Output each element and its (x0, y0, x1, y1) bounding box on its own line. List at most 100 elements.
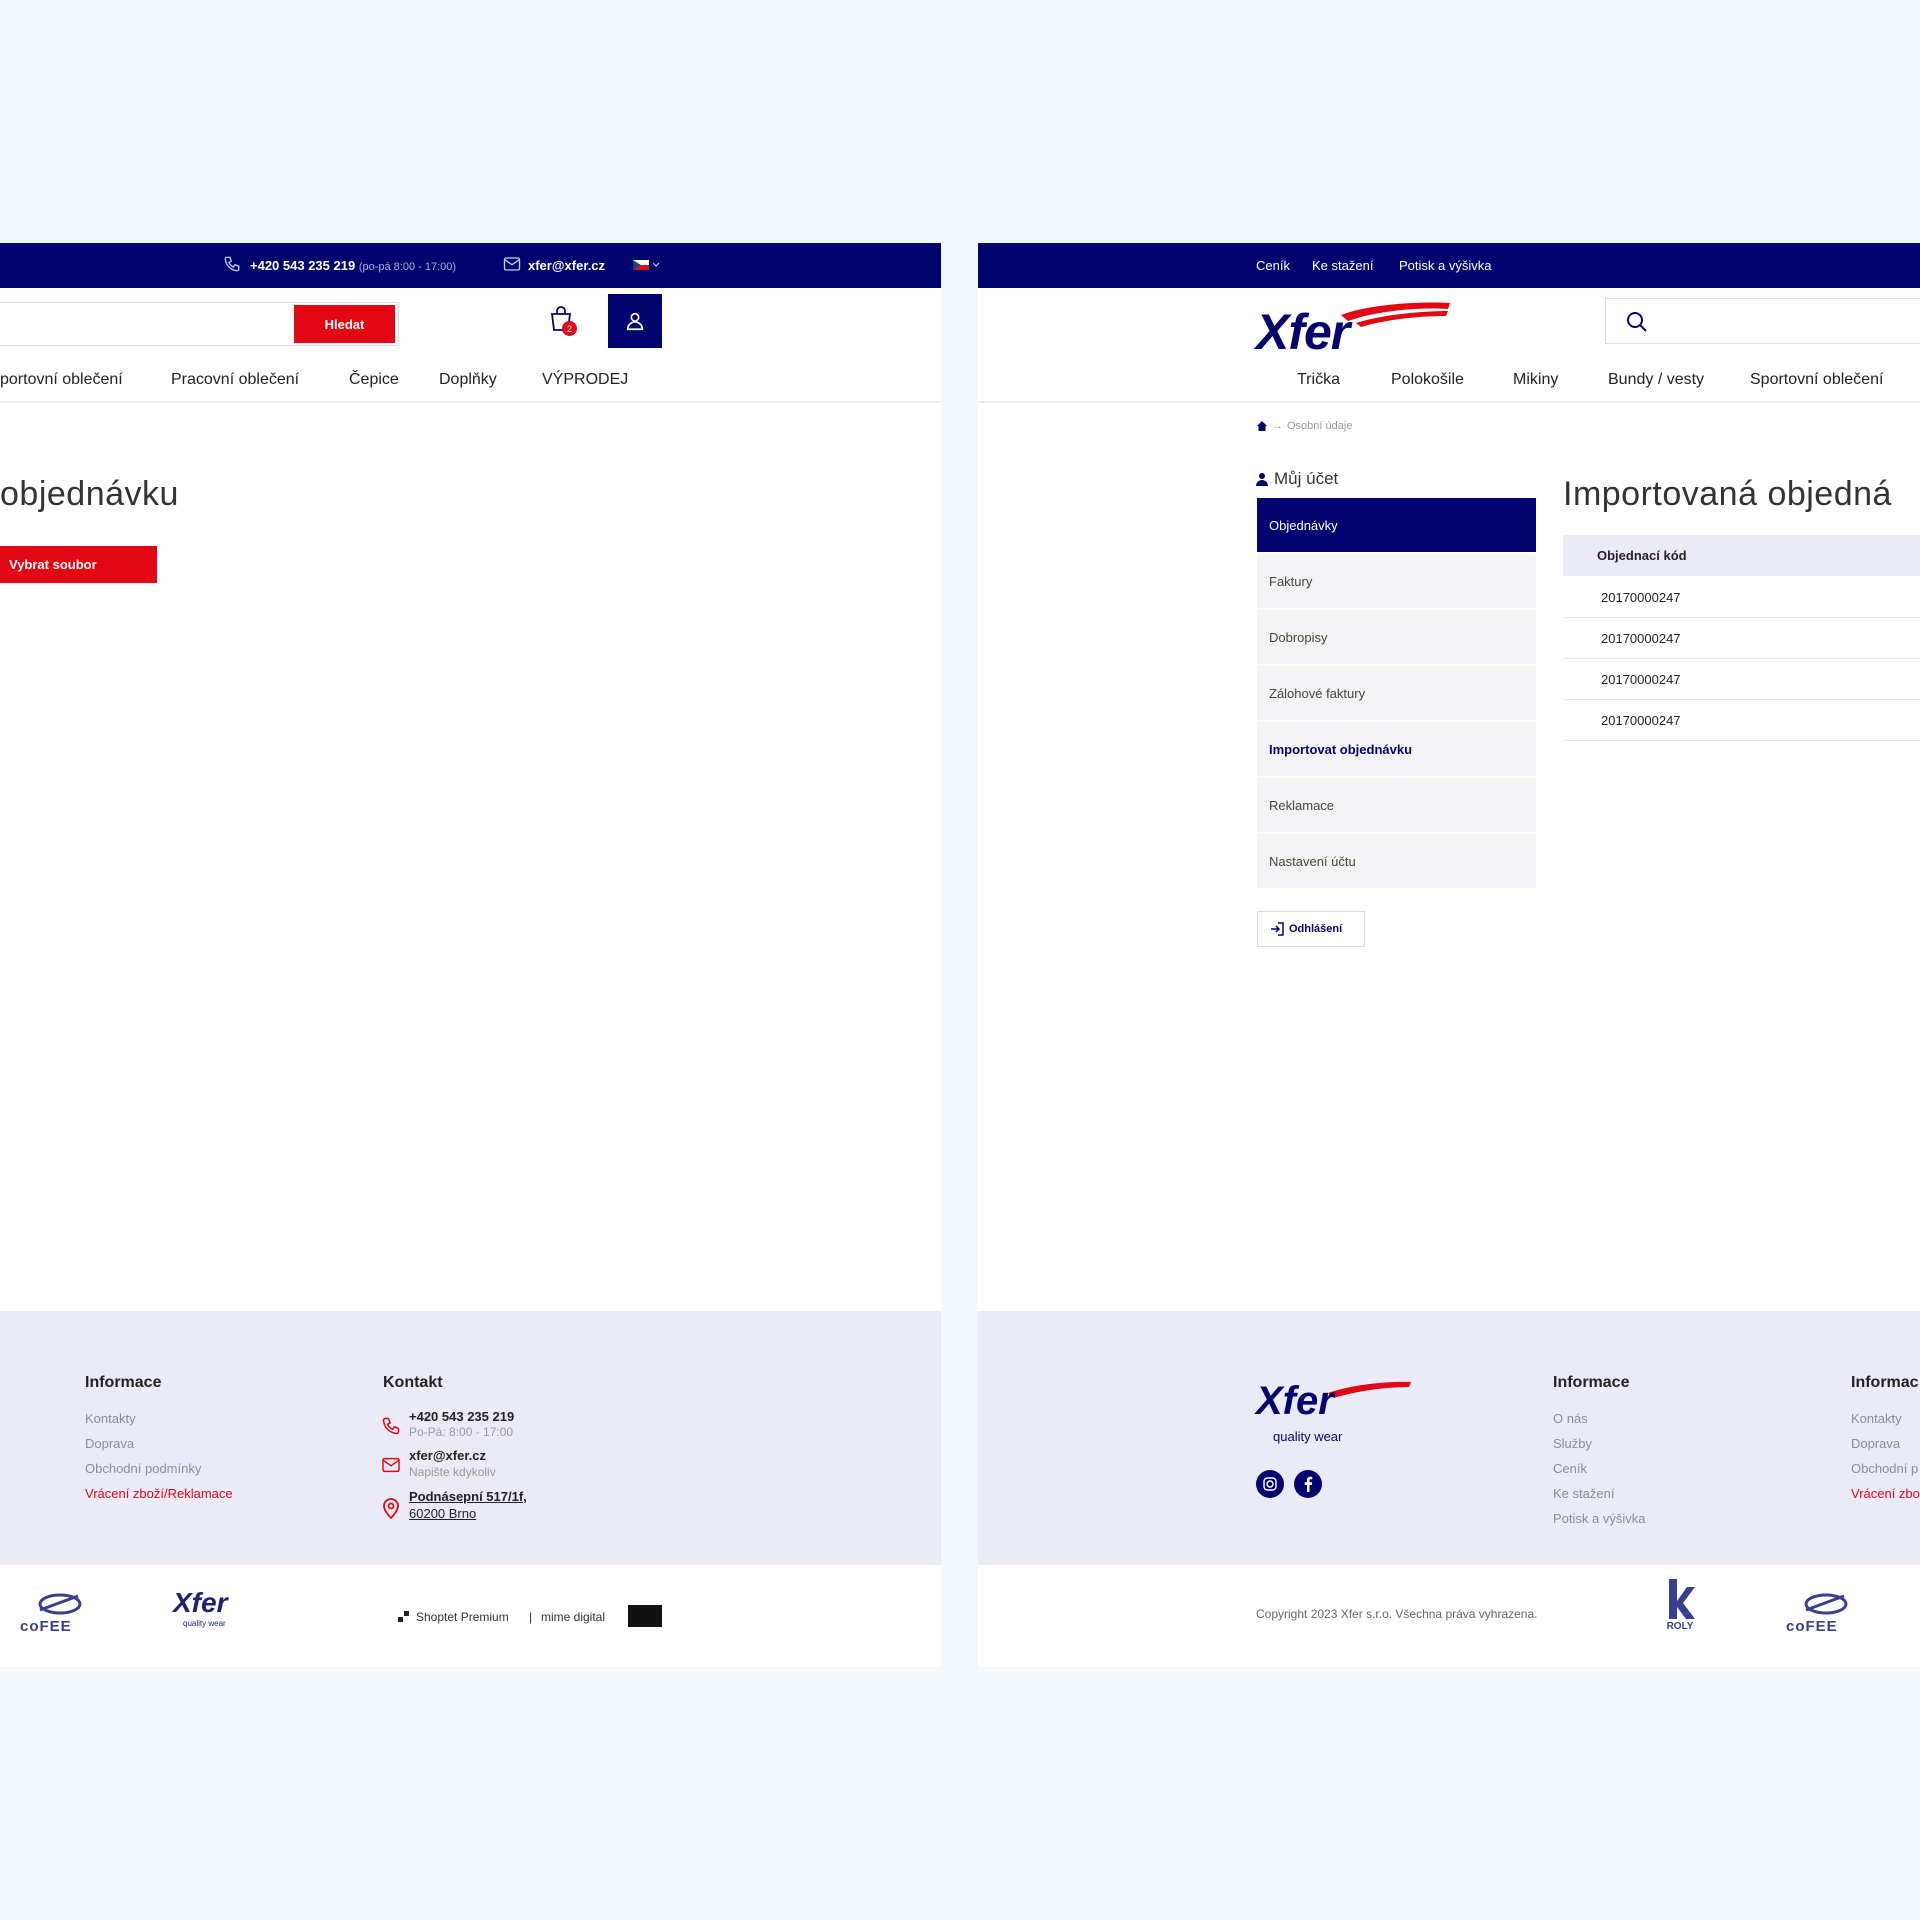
table-row[interactable]: 20170000247 (1563, 700, 1920, 741)
footer-link[interactable]: O nás (1553, 1411, 1588, 1426)
page-title: Importovaná objedná (1563, 475, 1892, 513)
footer-informace-heading: Informace (1553, 1374, 1630, 1391)
user-small-icon (1256, 473, 1268, 486)
footer: Xfer quality wear Informace O nás Služby… (978, 1311, 1920, 1565)
footer-link[interactable]: Obchodní p (1851, 1461, 1918, 1476)
footer-address-line1[interactable]: Podnásepní 517/1f, (409, 1489, 527, 1504)
breadcrumb: → Osobní údaje (1256, 420, 1352, 432)
logout-label: Odhlášení (1289, 923, 1343, 935)
sidebar-item-reklamace[interactable]: Reklamace (1257, 778, 1536, 832)
user-account-button[interactable] (608, 294, 662, 348)
footer-link[interactable]: Kontakty (85, 1411, 136, 1426)
nav-bundy-vesty[interactable]: Bundy / vesty (1608, 371, 1704, 389)
main-navigation: Trička Polokošile Mikiny Bundy / vesty S… (978, 369, 1920, 403)
topbar-phone[interactable]: +420 543 235 219 (po-pá 8:00 - 17:00) (250, 258, 456, 273)
account-heading-text: Můj účet (1274, 469, 1339, 488)
logout-button[interactable]: Odhlášení (1257, 911, 1365, 947)
mime-credit[interactable]: mime digital (541, 1610, 605, 1624)
nav-sportovni-obleceni[interactable]: Sportovní oblečení (1750, 371, 1883, 389)
xfer-logo[interactable]: Xfer (1256, 297, 1456, 360)
xfer-logo-text: Xfer (173, 1587, 228, 1618)
nav-pracovni-obleceni[interactable]: Pracovní oblečení (171, 371, 299, 389)
cart-count-badge: 2 (562, 321, 577, 336)
sidebar-item-dobropisy[interactable]: Dobropisy (1257, 610, 1536, 664)
nav-tricka[interactable]: Trička (1297, 371, 1340, 389)
footer-link[interactable]: Ke stažení (1553, 1486, 1614, 1501)
nav-vyprodej[interactable]: VÝPRODEJ (542, 371, 628, 389)
search-icon (1627, 312, 1647, 332)
footer-informace-heading: Informace (85, 1374, 162, 1391)
account-heading: Můj účet (1256, 469, 1338, 489)
cofee-logo-text: coFEE (1786, 1618, 1838, 1635)
copyright: Copyright 2023 Xfer s.r.o. Všechna práva… (1256, 1607, 1538, 1621)
footer-bottom-bar: coFEE Xfer quality wear Shoptet Premium … (0, 1565, 941, 1667)
nav-mikiny[interactable]: Mikiny (1513, 371, 1558, 389)
footer-link[interactable]: Potisk a výšivka (1553, 1511, 1645, 1526)
left-screen: +420 543 235 219 (po-pá 8:00 - 17:00) xf… (0, 243, 941, 1667)
cofee-logo[interactable]: coFEE (20, 1590, 90, 1635)
footer-link[interactable]: Kontakty (1851, 1411, 1902, 1426)
nav-sportovni-obleceni[interactable]: portovní oblečení (0, 371, 123, 389)
topbar-link-cenik[interactable]: Ceník (1256, 258, 1290, 273)
home-icon[interactable] (1256, 420, 1268, 432)
mail-icon (381, 1457, 401, 1473)
select-file-button[interactable]: Vybrat soubor (0, 546, 157, 583)
nav-polokosile[interactable]: Polokošile (1391, 371, 1464, 389)
flag-cz-icon[interactable] (633, 260, 661, 270)
mime-digital-logo (628, 1605, 662, 1627)
logout-icon (1271, 922, 1284, 936)
footer-phone-hours: Po-Pá: 8:00 - 17:00 (409, 1425, 514, 1439)
footer-xfer-logo[interactable]: Xfer quality wear (1256, 1379, 1416, 1449)
topbar-phone-hours: (po-pá 8:00 - 17:00) (358, 261, 457, 273)
xfer-footer-logo[interactable]: Xfer quality wear (173, 1587, 268, 1637)
main-navigation: portovní oblečení Pracovní oblečení Čepi… (0, 369, 941, 403)
cofee-logo-text: coFEE (20, 1618, 72, 1635)
sidebar-item-zalohove-faktury[interactable]: Zálohové faktury (1257, 666, 1536, 720)
user-icon (626, 312, 644, 331)
footer-link-returns[interactable]: Vrácení zboží/Reklamace (85, 1486, 233, 1501)
credit-separator: | (529, 1610, 533, 1624)
breadcrumb-separator: → (1272, 420, 1283, 432)
topbar-phone-number[interactable]: +420 543 235 219 (250, 258, 355, 273)
footer-link[interactable]: Ceník (1553, 1461, 1587, 1476)
topbar-link-ke-stazeni[interactable]: Ke stažení (1312, 258, 1373, 273)
table-row[interactable]: 20170000247 (1563, 659, 1920, 700)
page-title: objednávku (0, 475, 179, 513)
footer-link-returns[interactable]: Vrácení zbo (1851, 1486, 1920, 1501)
sidebar-item-importovat-objednavku[interactable]: Importovat objednávku (1257, 722, 1536, 776)
topbar-link-potisk[interactable]: Potisk a výšivka (1399, 258, 1491, 273)
instagram-icon[interactable] (1256, 1470, 1284, 1498)
cofee-logo[interactable]: coFEE (1786, 1590, 1856, 1635)
footer-link[interactable]: Obchodní podmínky (85, 1461, 201, 1476)
footer: Informace Kontakty Doprava Obchodní podm… (0, 1311, 941, 1565)
right-screen: Ceník Ke stažení Potisk a výšivka Xfer T… (978, 243, 1920, 1667)
sidebar-item-faktury[interactable]: Faktury (1257, 554, 1536, 608)
footer-address-line2[interactable]: 60200 Brno (409, 1506, 476, 1521)
mail-icon (503, 256, 521, 272)
footer-logo-tagline: quality wear (1273, 1429, 1343, 1444)
nav-cepice[interactable]: Čepice (349, 371, 399, 389)
footer-bottom-bar: Copyright 2023 Xfer s.r.o. Všechna práva… (978, 1565, 1920, 1667)
sidebar-item-objednavky[interactable]: Objednávky (1257, 498, 1536, 552)
sidebar-item-nastaveni-uctu[interactable]: Nastavení účtu (1257, 834, 1536, 888)
footer-informace2-heading: Informac (1851, 1374, 1919, 1391)
footer-phone[interactable]: +420 543 235 219 (409, 1409, 514, 1424)
phone-icon (381, 1416, 401, 1436)
topbar-email[interactable]: xfer@xfer.cz (528, 258, 605, 273)
facebook-icon[interactable] (1294, 1470, 1322, 1498)
xfer-logo-tagline: quality wear (183, 1619, 226, 1628)
table-row[interactable]: 20170000247 (1563, 618, 1920, 659)
footer-link[interactable]: Služby (1553, 1436, 1592, 1451)
roly-logo[interactable]: ROLY (1660, 1577, 1700, 1645)
search-button[interactable]: Hledat (294, 305, 395, 343)
nav-doplnky[interactable]: Doplňky (439, 371, 497, 389)
footer-link[interactable]: Doprava (85, 1436, 134, 1451)
phone-icon (223, 255, 241, 273)
footer-email[interactable]: xfer@xfer.cz (409, 1448, 486, 1463)
footer-kontakt-heading: Kontakt (383, 1374, 443, 1391)
table-row[interactable]: 20170000247 (1563, 577, 1920, 618)
search-input[interactable] (1605, 298, 1920, 344)
shoptet-credit[interactable]: Shoptet Premium (416, 1610, 509, 1624)
footer-link[interactable]: Doprava (1851, 1436, 1900, 1451)
xfer-logo-text: Xfer (1256, 304, 1350, 360)
